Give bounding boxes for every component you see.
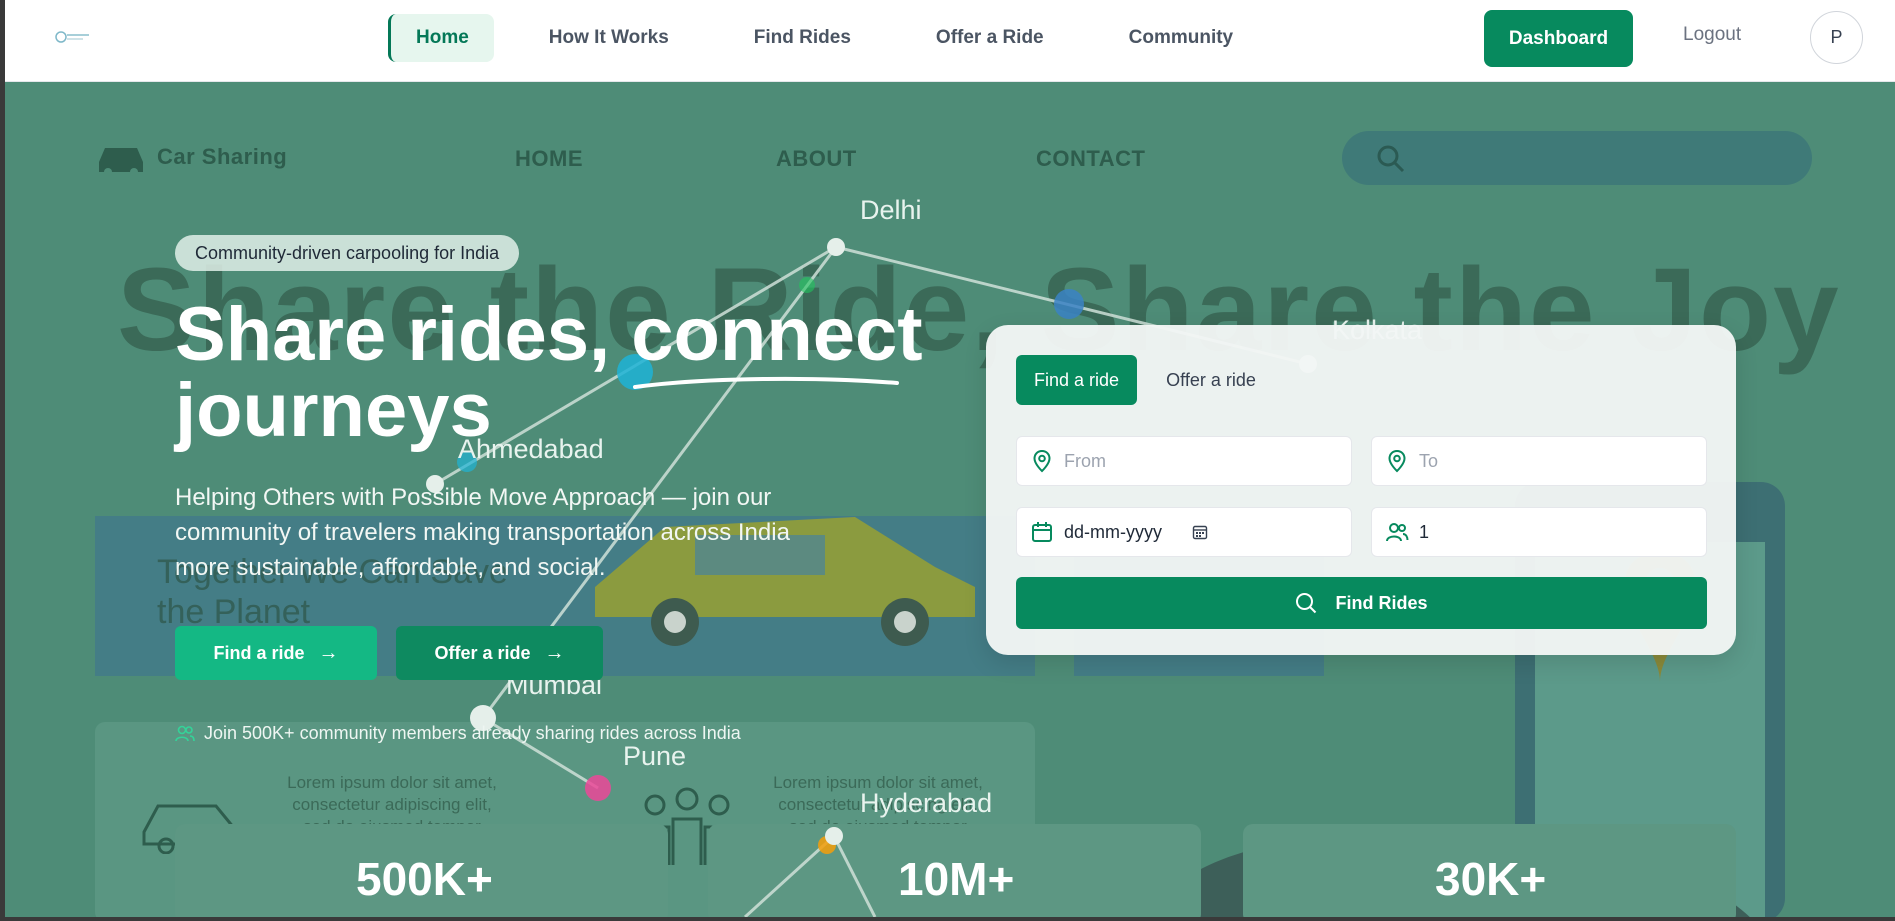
users-icon (175, 725, 195, 741)
tab-find-a-ride[interactable]: Find a ride (1016, 355, 1137, 405)
city-label-delhi: Delhi (860, 195, 922, 225)
nav-link-find-rides[interactable]: Find Rides (729, 14, 876, 62)
underline-swoosh (633, 376, 900, 389)
city-dot-hyderabad (825, 827, 843, 845)
nav-links: Home How It Works Find Rides Offer a Rid… (388, 14, 1293, 62)
community-note: Join 500K+ community members already sha… (175, 723, 741, 744)
stat-members: 500K+ (356, 853, 493, 905)
city-label-pune: Pune (623, 741, 687, 771)
moving-dot (1054, 289, 1084, 319)
headline-part1: Share rides, (175, 292, 632, 377)
dashboard-button[interactable]: Dashboard (1484, 10, 1633, 67)
offer-a-ride-button[interactable]: Offer a ride → (396, 626, 603, 680)
logo-icon[interactable] (53, 26, 93, 48)
moving-dot (799, 277, 815, 293)
arrow-right-icon: → (318, 641, 339, 664)
avatar[interactable]: P (1810, 11, 1863, 64)
nav-link-home[interactable]: Home (388, 14, 494, 62)
hero-headline: Share rides, connect journeys (175, 297, 923, 449)
moving-dot (585, 775, 611, 801)
offer-a-ride-label: Offer a ride (434, 642, 531, 663)
find-a-ride-label: Find a ride (213, 642, 305, 663)
find-rides-label: Find Rides (1335, 592, 1428, 613)
users-icon (1386, 523, 1409, 542)
nav-link-community[interactable]: Community (1104, 14, 1259, 62)
logout-link[interactable]: Logout (1683, 24, 1741, 46)
app-frame: Home How It Works Find Rides Offer a Rid… (0, 0, 1895, 921)
from-field[interactable] (1016, 436, 1352, 486)
headline-highlight-text: connect (631, 292, 923, 377)
stat-cities: 30K+ (1435, 853, 1547, 905)
top-navbar: Home How It Works Find Rides Offer a Rid… (5, 0, 1895, 82)
headline-highlight: connect (631, 292, 923, 389)
to-input[interactable] (1419, 450, 1669, 472)
search-icon (1296, 593, 1317, 614)
find-a-ride-button[interactable]: Find a ride → (175, 626, 377, 680)
tab-offer-a-ride[interactable]: Offer a ride (1146, 355, 1276, 405)
tagline-pill: Community-driven carpooling for India (175, 235, 520, 271)
community-text: Join 500K+ community members already sha… (204, 723, 741, 743)
date-field[interactable]: dd-mm-yyyy (1016, 507, 1352, 557)
location-pin-icon (1388, 449, 1406, 473)
city-dot-delhi (827, 238, 845, 256)
calendar-icon (1032, 522, 1052, 542)
hero-section: Car Sharing HOME ABOUT CONTACT Share the… (5, 82, 1895, 917)
nav-link-offer-a-ride[interactable]: Offer a Ride (911, 14, 1069, 62)
date-value: dd-mm-yyyy (1064, 521, 1162, 542)
from-input[interactable] (1064, 450, 1314, 472)
location-pin-icon (1033, 449, 1051, 473)
date-picker-icon[interactable] (1192, 524, 1208, 540)
find-rides-submit-button[interactable]: Find Rides (1016, 577, 1707, 629)
headline-part2: journeys (175, 368, 492, 453)
arrow-right-icon: → (544, 641, 565, 664)
passengers-field[interactable]: 1 (1371, 507, 1707, 557)
to-field[interactable] (1371, 436, 1707, 486)
ride-search-card: Find a ride Offer a ride From To dd-mm-y… (986, 325, 1736, 655)
passengers-value: 1 (1419, 521, 1430, 542)
nav-link-how-it-works[interactable]: How It Works (524, 14, 694, 62)
hero-subtext: Helping Others with Possible Move Approa… (175, 484, 790, 581)
stat-rides: 10M+ (898, 853, 1015, 905)
city-label-hyderabad: Hyderabad (860, 788, 993, 818)
